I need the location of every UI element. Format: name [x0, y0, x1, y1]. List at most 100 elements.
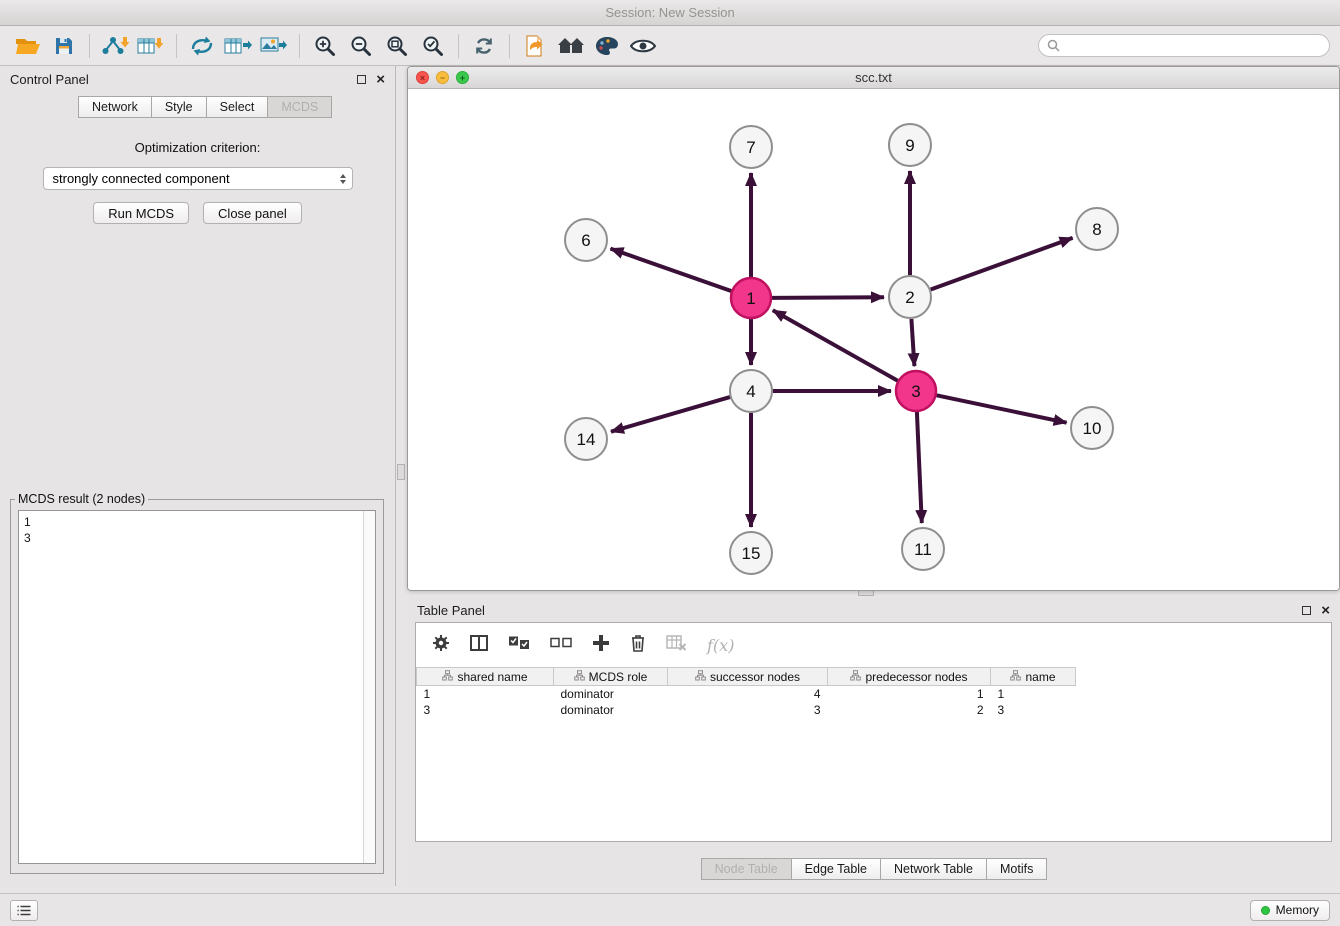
zoom-out-icon[interactable] — [343, 31, 379, 61]
table-cell[interactable]: 3 — [668, 702, 828, 718]
table-cell[interactable]: dominator — [554, 702, 668, 718]
float-panel-icon[interactable] — [357, 75, 366, 84]
delete-selected-icon[interactable] — [630, 634, 646, 657]
home-view-icon[interactable] — [553, 31, 589, 61]
graph-edge-2-8[interactable] — [931, 238, 1073, 290]
table-cell[interactable]: 1 — [828, 686, 991, 702]
table-cell[interactable]: 1 — [991, 686, 1076, 702]
table-row[interactable]: 3dominator323 — [417, 702, 1076, 718]
search-input[interactable] — [1060, 39, 1321, 53]
run-mcds-button[interactable]: Run MCDS — [93, 202, 189, 224]
table-cell[interactable]: 3 — [417, 702, 554, 718]
table-settings-icon[interactable] — [432, 634, 450, 657]
memory-button[interactable]: Memory — [1250, 900, 1330, 921]
close-panel-button[interactable]: Close panel — [203, 202, 302, 224]
table-row[interactable]: 1dominator411 — [417, 686, 1076, 702]
control-panel-tabs: NetworkStyleSelectMCDS — [0, 96, 395, 118]
result-scrollbar[interactable] — [363, 511, 375, 863]
graph-node-3[interactable]: 3 — [896, 371, 936, 411]
column-header-name[interactable]: name — [991, 668, 1076, 686]
export-table-icon[interactable] — [220, 31, 256, 61]
task-history-button[interactable] — [10, 900, 38, 921]
graph-node-8[interactable]: 8 — [1076, 208, 1118, 250]
add-row-icon[interactable] — [592, 634, 610, 657]
graph-node-10[interactable]: 10 — [1071, 407, 1113, 449]
graph-edge-4-14[interactable] — [611, 397, 730, 432]
maximize-window-icon[interactable]: + — [456, 71, 469, 84]
import-network-from-file-icon[interactable] — [97, 31, 133, 61]
svg-text:8: 8 — [1092, 220, 1101, 239]
save-session-icon[interactable] — [46, 31, 82, 61]
window-title: Session: New Session — [605, 5, 734, 20]
table-cell[interactable]: 1 — [417, 686, 554, 702]
zoom-fit-icon[interactable] — [379, 31, 415, 61]
select-all-icon[interactable] — [508, 636, 530, 655]
control-panel-header: Control Panel × — [0, 66, 395, 92]
table-panel-title: Table Panel — [417, 603, 485, 618]
close-table-panel-icon[interactable]: × — [1321, 603, 1330, 618]
zoom-selected-icon[interactable] — [415, 31, 451, 61]
tab-select[interactable]: Select — [206, 96, 269, 118]
tab-edge-table[interactable]: Edge Table — [791, 858, 881, 880]
table-cell[interactable]: dominator — [554, 686, 668, 702]
show-graphics-details-icon[interactable] — [625, 31, 661, 61]
graph-node-15[interactable]: 15 — [730, 532, 772, 574]
svg-text:1: 1 — [746, 289, 755, 308]
zoom-in-icon[interactable] — [307, 31, 343, 61]
graph-edge-1-6[interactable] — [611, 249, 732, 291]
export-network-icon[interactable] — [517, 31, 553, 61]
result-line: 1 — [24, 514, 357, 530]
column-header-successor-nodes[interactable]: successor nodes — [668, 668, 828, 686]
column-header-mcds-role[interactable]: MCDS role — [554, 668, 668, 686]
graph-node-1[interactable]: 1 — [731, 278, 771, 318]
vertical-splitter-handle[interactable] — [397, 464, 405, 480]
network-window-titlebar: × − + scc.txt — [408, 67, 1339, 89]
svg-text:6: 6 — [581, 231, 590, 250]
tab-network-table[interactable]: Network Table — [880, 858, 987, 880]
graph-node-11[interactable]: 11 — [902, 528, 944, 570]
close-window-icon[interactable]: × — [416, 71, 429, 84]
graph-node-4[interactable]: 4 — [730, 370, 772, 412]
minimize-window-icon[interactable]: − — [436, 71, 449, 84]
float-table-panel-icon[interactable] — [1302, 606, 1311, 615]
tab-mcds[interactable]: MCDS — [267, 96, 332, 118]
graph-edge-3-11[interactable] — [917, 412, 922, 523]
show-columns-icon[interactable] — [470, 634, 488, 657]
network-graph[interactable]: 1 2 3 4 6 7 8 9 10 11 14 15 — [408, 89, 1339, 590]
criterion-value: strongly connected component — [53, 171, 340, 186]
table-cell[interactable]: 3 — [991, 702, 1076, 718]
graph-node-9[interactable]: 9 — [889, 124, 931, 166]
export-image-icon[interactable] — [256, 31, 292, 61]
node-table: shared nameMCDS rolesuccessor nodes prede… — [416, 667, 1076, 718]
mcds-result-list[interactable]: 13 — [19, 511, 362, 863]
graph-edge-3-10[interactable] — [937, 395, 1067, 422]
column-header-shared-name[interactable]: shared name — [417, 668, 554, 686]
tab-node-table[interactable]: Node Table — [701, 858, 792, 880]
table-cell[interactable]: 2 — [828, 702, 991, 718]
close-panel-icon[interactable]: × — [376, 72, 385, 87]
graph-node-2[interactable]: 2 — [889, 276, 931, 318]
open-session-icon[interactable] — [10, 31, 46, 61]
table-cell[interactable]: 4 — [668, 686, 828, 702]
tab-motifs[interactable]: Motifs — [986, 858, 1047, 880]
app-window: Session: New Session — [0, 0, 1340, 926]
refresh-view-icon[interactable] — [466, 31, 502, 61]
column-type-icon — [442, 670, 453, 684]
graph-node-14[interactable]: 14 — [565, 418, 607, 460]
tab-network[interactable]: Network — [78, 96, 152, 118]
toolbar-separator — [89, 34, 90, 58]
tab-style[interactable]: Style — [151, 96, 207, 118]
deselect-all-icon[interactable] — [550, 636, 572, 655]
import-table-from-file-icon[interactable] — [133, 31, 169, 61]
graph-node-6[interactable]: 6 — [565, 219, 607, 261]
table-toolbar: f(x) — [416, 623, 1331, 667]
graph-node-7[interactable]: 7 — [730, 126, 772, 168]
apply-preferred-style-icon[interactable] — [589, 31, 625, 61]
network-navigation-icon[interactable] — [184, 31, 220, 61]
graph-edge-3-1[interactable] — [773, 310, 898, 380]
column-header-label: predecessor nodes — [865, 670, 967, 684]
column-header-predecessor-nodes[interactable]: predecessor nodes — [828, 668, 991, 686]
graph-edge-2-3[interactable] — [911, 319, 914, 366]
graph-edge-1-2[interactable] — [772, 297, 884, 298]
criterion-select[interactable]: strongly connected component — [43, 167, 353, 190]
